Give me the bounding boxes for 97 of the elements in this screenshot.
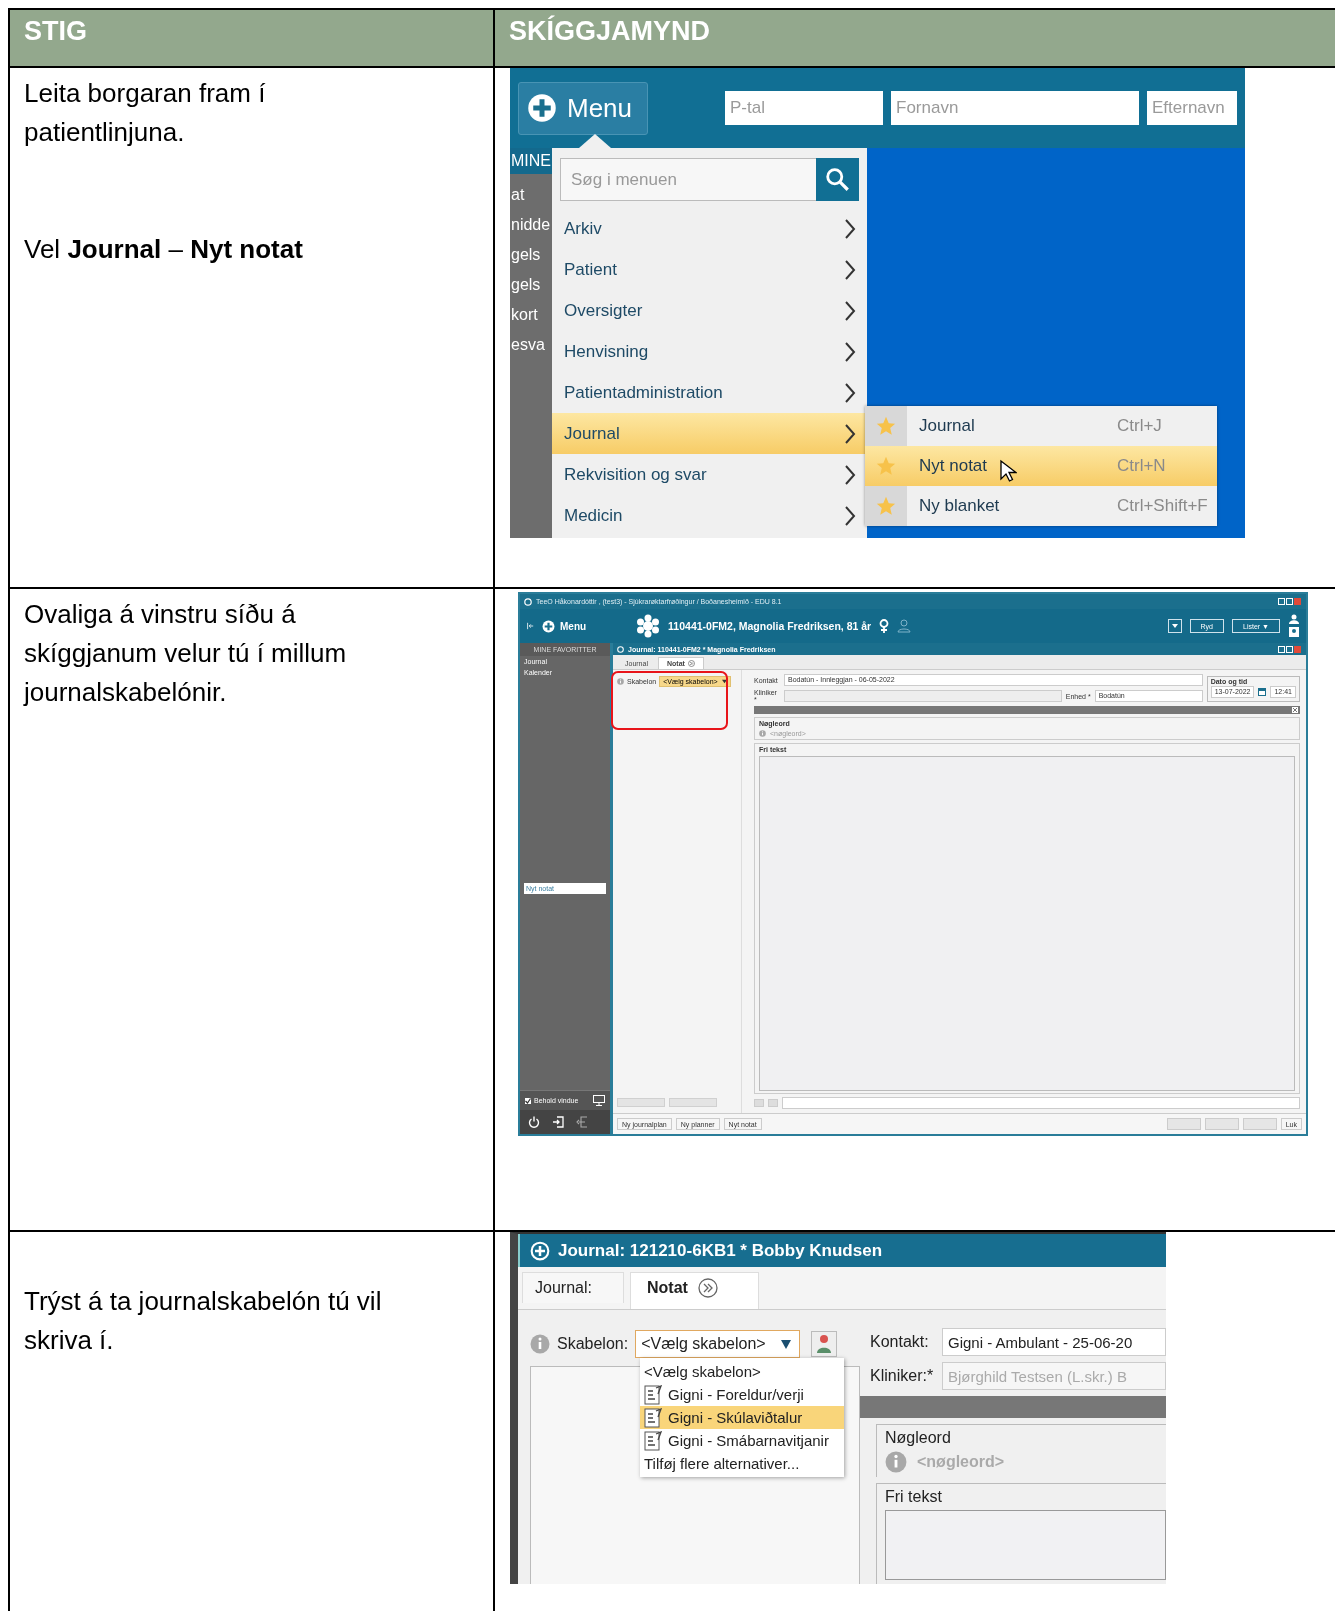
caret-icon — [781, 1339, 792, 1349]
menu-button[interactable]: Menu — [542, 619, 607, 633]
document-icon — [644, 1430, 662, 1451]
patient-icon — [636, 614, 661, 638]
dropdown-option[interactable]: Gigni - Smábarnavitjanir — [640, 1429, 844, 1452]
sidebar-label: at — [510, 186, 526, 204]
search-button[interactable] — [816, 158, 859, 201]
submenu-item[interactable]: Journal Ctrl+J — [865, 406, 1217, 446]
info-icon — [885, 1451, 907, 1473]
menu-item[interactable]: Patient — [552, 249, 867, 290]
search-field[interactable]: Søg i menuen — [560, 158, 816, 201]
person-icon — [897, 619, 912, 633]
submenu-item[interactable]: Ny blanket Ctrl+Shift+F — [865, 486, 1217, 526]
template-dropdown[interactable]: <Vælg skabelon> — [635, 1330, 801, 1358]
app-icon — [617, 645, 624, 653]
dropdown-button[interactable] — [1167, 619, 1182, 633]
document-icon — [644, 1407, 662, 1428]
menu-item[interactable]: Oversigter — [552, 290, 867, 331]
document-icon — [644, 1384, 662, 1405]
forward-icon — [697, 1278, 718, 1298]
field-label: Kontakt: — [870, 1333, 930, 1351]
step-text: Trýst á ta journalskabelón tú vil skriva í. — [24, 1285, 383, 1357]
clinician-field[interactable] — [784, 690, 1062, 702]
text-field[interactable] — [782, 1097, 1300, 1109]
info-icon — [617, 678, 624, 685]
group-label: Fri tekst — [885, 1488, 943, 1506]
person-icon — [815, 1334, 834, 1354]
app-icon — [524, 597, 532, 606]
monitor-icon — [593, 1095, 605, 1106]
chevron-icon — [843, 258, 857, 281]
clinician-button[interactable] — [811, 1331, 838, 1357]
plus-icon — [527, 93, 557, 123]
submenu-item[interactable]: Nyt notat Ctrl+N — [865, 446, 1217, 486]
contact-field[interactable]: Gigni - Ambulant - 25-06-20 — [942, 1328, 1166, 1356]
logout-icon — [576, 1116, 588, 1128]
search-icon — [824, 166, 851, 193]
text-field[interactable]: P-tal — [725, 91, 883, 125]
tab[interactable]: Notat — [630, 1272, 759, 1309]
plus-icon — [530, 1240, 550, 1261]
check-icon — [525, 1097, 531, 1104]
chevron-icon — [843, 381, 857, 404]
menu-item[interactable]: Henvisning — [552, 331, 867, 372]
sidebar-label: gels — [510, 276, 542, 294]
chevron-icon — [843, 340, 857, 363]
step-text: Vel Journal – Nyt notat — [24, 233, 304, 266]
field-label: Kliniker:* — [870, 1367, 935, 1385]
power-icon — [528, 1116, 540, 1128]
star-icon — [875, 455, 897, 477]
forward-icon — [687, 660, 695, 667]
menu-item[interactable]: Journal — [552, 413, 867, 454]
login-icon — [552, 1116, 564, 1128]
column-header: SKÍGGJAMYND — [495, 10, 1335, 68]
menu-item[interactable]: Rekvisition og svar — [552, 454, 867, 495]
cursor-icon — [999, 459, 1018, 483]
group-label: Nøgleord — [885, 1429, 952, 1447]
star-icon — [875, 415, 897, 437]
window-controls-icon — [1278, 645, 1302, 653]
patient-name: 110441-0FM2, Magnolia Fredriksen, 81 år — [668, 620, 872, 632]
sidebar-label: kort — [510, 306, 539, 324]
menu-item[interactable]: Medicin — [552, 495, 867, 536]
chevron-icon — [843, 217, 857, 240]
caret-icon — [1171, 623, 1178, 629]
checkbox[interactable] — [525, 1097, 531, 1104]
chevron-icon — [843, 463, 857, 486]
plus-icon — [542, 619, 555, 633]
tab[interactable]: Journal: — [522, 1272, 624, 1303]
dropdown-option[interactable]: Tilføj flere alternativer... — [640, 1452, 844, 1475]
info-icon — [530, 1334, 550, 1354]
sidebar-label: nidde — [510, 216, 552, 234]
collapse-icon — [526, 622, 534, 630]
caret-icon — [721, 679, 727, 684]
users-icon — [1288, 614, 1300, 638]
sidebar-label: esva — [510, 336, 546, 354]
free-text-area[interactable] — [885, 1510, 1166, 1580]
menu-item[interactable]: Arkiv — [552, 208, 867, 249]
window-controls-icon — [1278, 598, 1302, 605]
text-field[interactable]: Efternavn — [1147, 91, 1237, 125]
chevron-icon — [843, 299, 857, 322]
dropdown-option[interactable]: Gigni - Skúlaviðtalur — [640, 1406, 844, 1429]
chevron-icon — [843, 422, 857, 445]
female-icon — [879, 619, 890, 633]
text-field[interactable]: Fornavn — [891, 91, 1139, 125]
step-text: Ovaliga á vinstru síðu á skíggjanum velur tú í millum journalskabelónir. — [24, 598, 348, 709]
field-label: Skabelon: — [557, 1335, 629, 1353]
sidebar-label: MINE — [510, 148, 552, 174]
chevron-icon — [843, 504, 857, 527]
column-header: STIG — [10, 10, 495, 68]
calendar-icon — [1258, 687, 1267, 696]
sidebar-label: gels — [510, 246, 542, 264]
dropdown-option[interactable]: <Vælg skabelon> — [640, 1360, 844, 1383]
star-icon — [875, 495, 897, 517]
step-text: Leita borgaran fram í patientlinjuna. — [24, 77, 267, 149]
menu-button[interactable]: Menu — [518, 81, 648, 135]
window-title: Journal: 121210-6KB1 * Bobby Knudsen — [558, 1240, 883, 1261]
dropdown-option[interactable]: Gigni - Foreldur/verji — [640, 1383, 844, 1406]
info-icon — [759, 730, 766, 737]
menu-item[interactable]: Patientadministration — [552, 372, 867, 413]
